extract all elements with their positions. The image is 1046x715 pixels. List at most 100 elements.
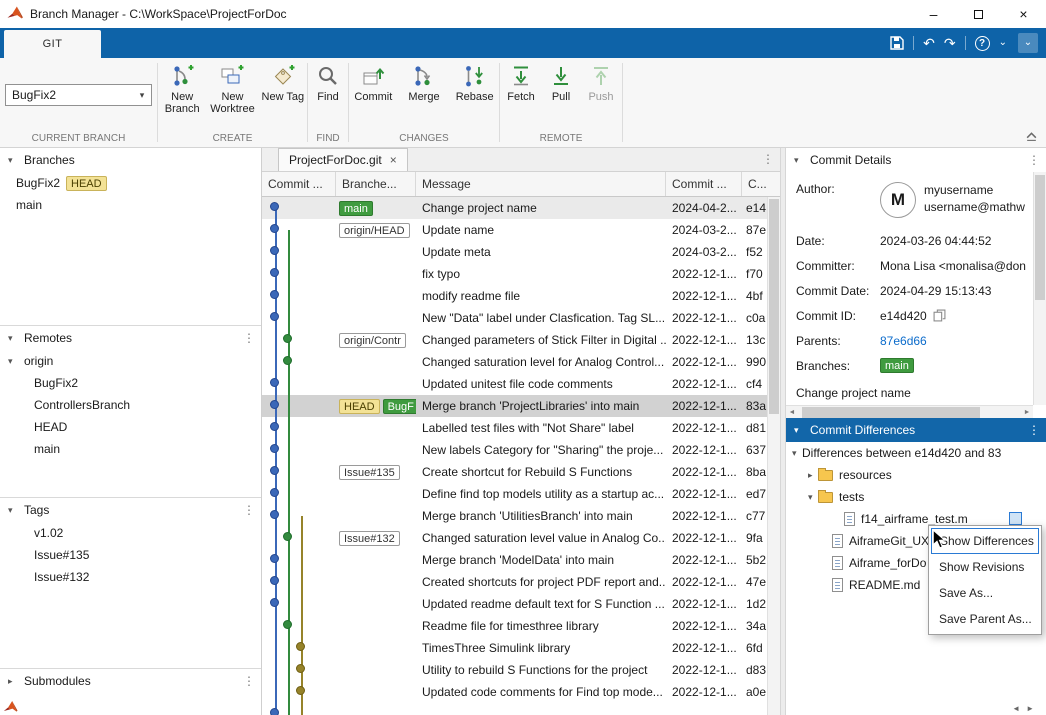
chevron-down-icon[interactable]: ▾ xyxy=(8,333,18,344)
table-row[interactable]: Issue#132Changed saturation level value … xyxy=(262,527,767,549)
tab-git[interactable]: GIT xyxy=(4,30,101,58)
menu-item[interactable]: Save As... xyxy=(931,580,1039,606)
remote-item[interactable]: BugFix2 xyxy=(0,372,261,394)
details-vertical-scrollbar[interactable] xyxy=(1033,172,1046,405)
scroll-left-icon[interactable]: ◄ xyxy=(1012,704,1026,713)
table-row[interactable]: Updated readme default text for S Functi… xyxy=(262,593,767,615)
table-vertical-scrollbar[interactable] xyxy=(767,197,780,715)
submodules-panel-header[interactable]: ▸ Submodules ⋮ xyxy=(0,669,261,693)
file-action-indicator[interactable] xyxy=(1009,512,1022,525)
commit-differences-header[interactable]: ▾ Commit Differences ⋮ xyxy=(786,418,1046,442)
branch-item[interactable]: main xyxy=(0,194,261,216)
find-button[interactable]: Find xyxy=(309,63,347,103)
kebab-menu-icon[interactable]: ⋮ xyxy=(1028,423,1038,437)
chevron-down-icon[interactable]: ▾ xyxy=(794,425,804,436)
column-header-message[interactable]: Message xyxy=(416,172,666,196)
table-row[interactable]: mainChange project name2024-04-2...e14 xyxy=(262,197,767,219)
chevron-down-icon[interactable]: ▾ xyxy=(133,90,151,101)
branch-item[interactable]: BugFix2HEAD xyxy=(0,172,261,194)
push-button[interactable]: Push xyxy=(582,63,620,103)
toolstrip-options-button[interactable]: ⌄ xyxy=(1018,33,1038,53)
scroll-left-icon[interactable]: ◄ xyxy=(786,409,798,416)
table-row[interactable]: Utility to rebuild S Functions for the p… xyxy=(262,659,767,681)
table-row[interactable]: New labels Category for "Sharing" the pr… xyxy=(262,439,767,461)
menu-item[interactable]: Save Parent As... xyxy=(931,606,1039,632)
chevron-down-icon[interactable]: ▾ xyxy=(8,505,18,516)
table-row[interactable]: HEADBugFMerge branch 'ProjectLibraries' … xyxy=(262,395,767,417)
fetch-button[interactable]: Fetch xyxy=(502,63,540,103)
chevron-down-icon[interactable]: ▾ xyxy=(808,492,818,503)
table-row[interactable]: Updated code comments for Find top mode.… xyxy=(262,681,767,703)
maximize-button[interactable] xyxy=(956,0,1001,28)
table-row[interactable]: origin/ContrChanged parameters of Stick … xyxy=(262,329,767,351)
new-tag-button[interactable]: New Tag xyxy=(259,63,307,115)
table-row[interactable] xyxy=(262,703,767,715)
rebase-button[interactable]: Rebase xyxy=(450,63,499,103)
menu-item[interactable]: Show Revisions xyxy=(931,554,1039,580)
table-row[interactable]: Issue#135Create shortcut for Rebuild S F… xyxy=(262,461,767,483)
table-row[interactable]: Changed saturation level for Analog Cont… xyxy=(262,351,767,373)
kebab-menu-icon[interactable]: ⋮ xyxy=(243,674,253,688)
branches-panel-header[interactable]: ▾ Branches xyxy=(0,148,261,172)
panel-scroll-arrows[interactable]: ◄► xyxy=(1012,704,1040,713)
scroll-right-icon[interactable]: ► xyxy=(1026,704,1040,713)
scrollbar-thumb[interactable] xyxy=(769,199,779,414)
remotes-panel-header[interactable]: ▾ Remotes ⋮ xyxy=(0,326,261,350)
chevron-down-icon[interactable]: ⌄ xyxy=(999,38,1007,48)
save-icon[interactable] xyxy=(890,36,904,50)
table-row[interactable]: Update meta2024-03-2...f52 xyxy=(262,241,767,263)
chevron-down-icon[interactable]: ▾ xyxy=(792,448,802,459)
scrollbar-thumb[interactable] xyxy=(1035,175,1045,300)
table-row[interactable]: Created shortcuts for project PDF report… xyxy=(262,571,767,593)
tag-item[interactable]: v1.02 xyxy=(0,522,261,544)
current-branch-combobox[interactable]: BugFix2 ▾ xyxy=(5,84,152,106)
column-header-commit-id[interactable]: C... xyxy=(742,172,767,196)
undo-icon[interactable]: ↶ xyxy=(923,35,935,52)
table-row[interactable]: Merge branch 'UtilitiesBranch' into main… xyxy=(262,505,767,527)
kebab-menu-icon[interactable]: ⋮ xyxy=(243,331,253,345)
table-row[interactable]: Updated unitest file code comments2022-1… xyxy=(262,373,767,395)
table-row[interactable]: origin/HEADUpdate name2024-03-2...87e xyxy=(262,219,767,241)
table-row[interactable]: Define find top models utility as a star… xyxy=(262,483,767,505)
parent-commit-link[interactable]: 87e6d66 xyxy=(880,334,1033,348)
remote-item[interactable]: ControllersBranch xyxy=(0,394,261,416)
tab-projectfordoc-git[interactable]: ProjectForDoc.git × xyxy=(278,148,408,171)
tag-item[interactable]: Issue#135 xyxy=(0,544,261,566)
commit-details-header[interactable]: ▾ Commit Details ⋮ xyxy=(786,148,1046,172)
kebab-menu-icon[interactable]: ⋮ xyxy=(762,152,772,166)
remote-item[interactable]: HEAD xyxy=(0,416,261,438)
remote-item[interactable]: ▾origin xyxy=(0,350,261,372)
table-row[interactable]: Readme file for timesthree library2022-1… xyxy=(262,615,767,637)
chevron-down-icon[interactable]: ▾ xyxy=(8,155,18,166)
collapse-toolstrip-icon[interactable] xyxy=(1025,129,1038,142)
tree-item-folder[interactable]: ▸resources xyxy=(786,464,1046,486)
tags-panel-header[interactable]: ▾ Tags ⋮ xyxy=(0,498,261,522)
new-worktree-button[interactable]: New Worktree xyxy=(208,63,256,115)
pull-button[interactable]: Pull xyxy=(542,63,580,103)
table-row[interactable]: New "Data" label under Clasfication. Tag… xyxy=(262,307,767,329)
tree-item-folder[interactable]: ▾tests xyxy=(786,486,1046,508)
table-row[interactable]: modify readme file2022-12-1...4bf xyxy=(262,285,767,307)
close-tab-icon[interactable]: × xyxy=(390,153,397,167)
chevron-right-icon[interactable]: ▸ xyxy=(808,470,818,481)
table-row[interactable]: Labelled test files with "Not Share" lab… xyxy=(262,417,767,439)
commit-button[interactable]: Commit xyxy=(349,63,398,103)
merge-button[interactable]: Merge xyxy=(400,63,449,103)
remote-item[interactable]: main xyxy=(0,438,261,460)
details-horizontal-scrollbar[interactable]: ◄ ► xyxy=(786,405,1033,418)
table-row[interactable]: fix typo2022-12-1...f70 xyxy=(262,263,767,285)
close-button[interactable]: × xyxy=(1001,0,1046,28)
tree-root[interactable]: ▾ Differences between e14d420 and 83 xyxy=(786,442,1046,464)
kebab-menu-icon[interactable]: ⋮ xyxy=(1028,153,1038,167)
table-row[interactable]: TimesThree Simulink library2022-12-1...6… xyxy=(262,637,767,659)
kebab-menu-icon[interactable]: ⋮ xyxy=(243,503,253,517)
column-header-commit-date[interactable]: Commit ... xyxy=(666,172,742,196)
scroll-right-icon[interactable]: ► xyxy=(1021,409,1033,416)
help-icon[interactable]: ? xyxy=(975,36,990,51)
scrollbar-thumb[interactable] xyxy=(802,407,980,418)
chevron-down-icon[interactable]: ▾ xyxy=(8,356,18,367)
column-header-branches[interactable]: Branche... xyxy=(336,172,416,196)
scrollbar-track[interactable] xyxy=(798,406,1021,419)
minimize-button[interactable]: – xyxy=(911,0,956,28)
chevron-down-icon[interactable]: ▾ xyxy=(794,155,804,166)
